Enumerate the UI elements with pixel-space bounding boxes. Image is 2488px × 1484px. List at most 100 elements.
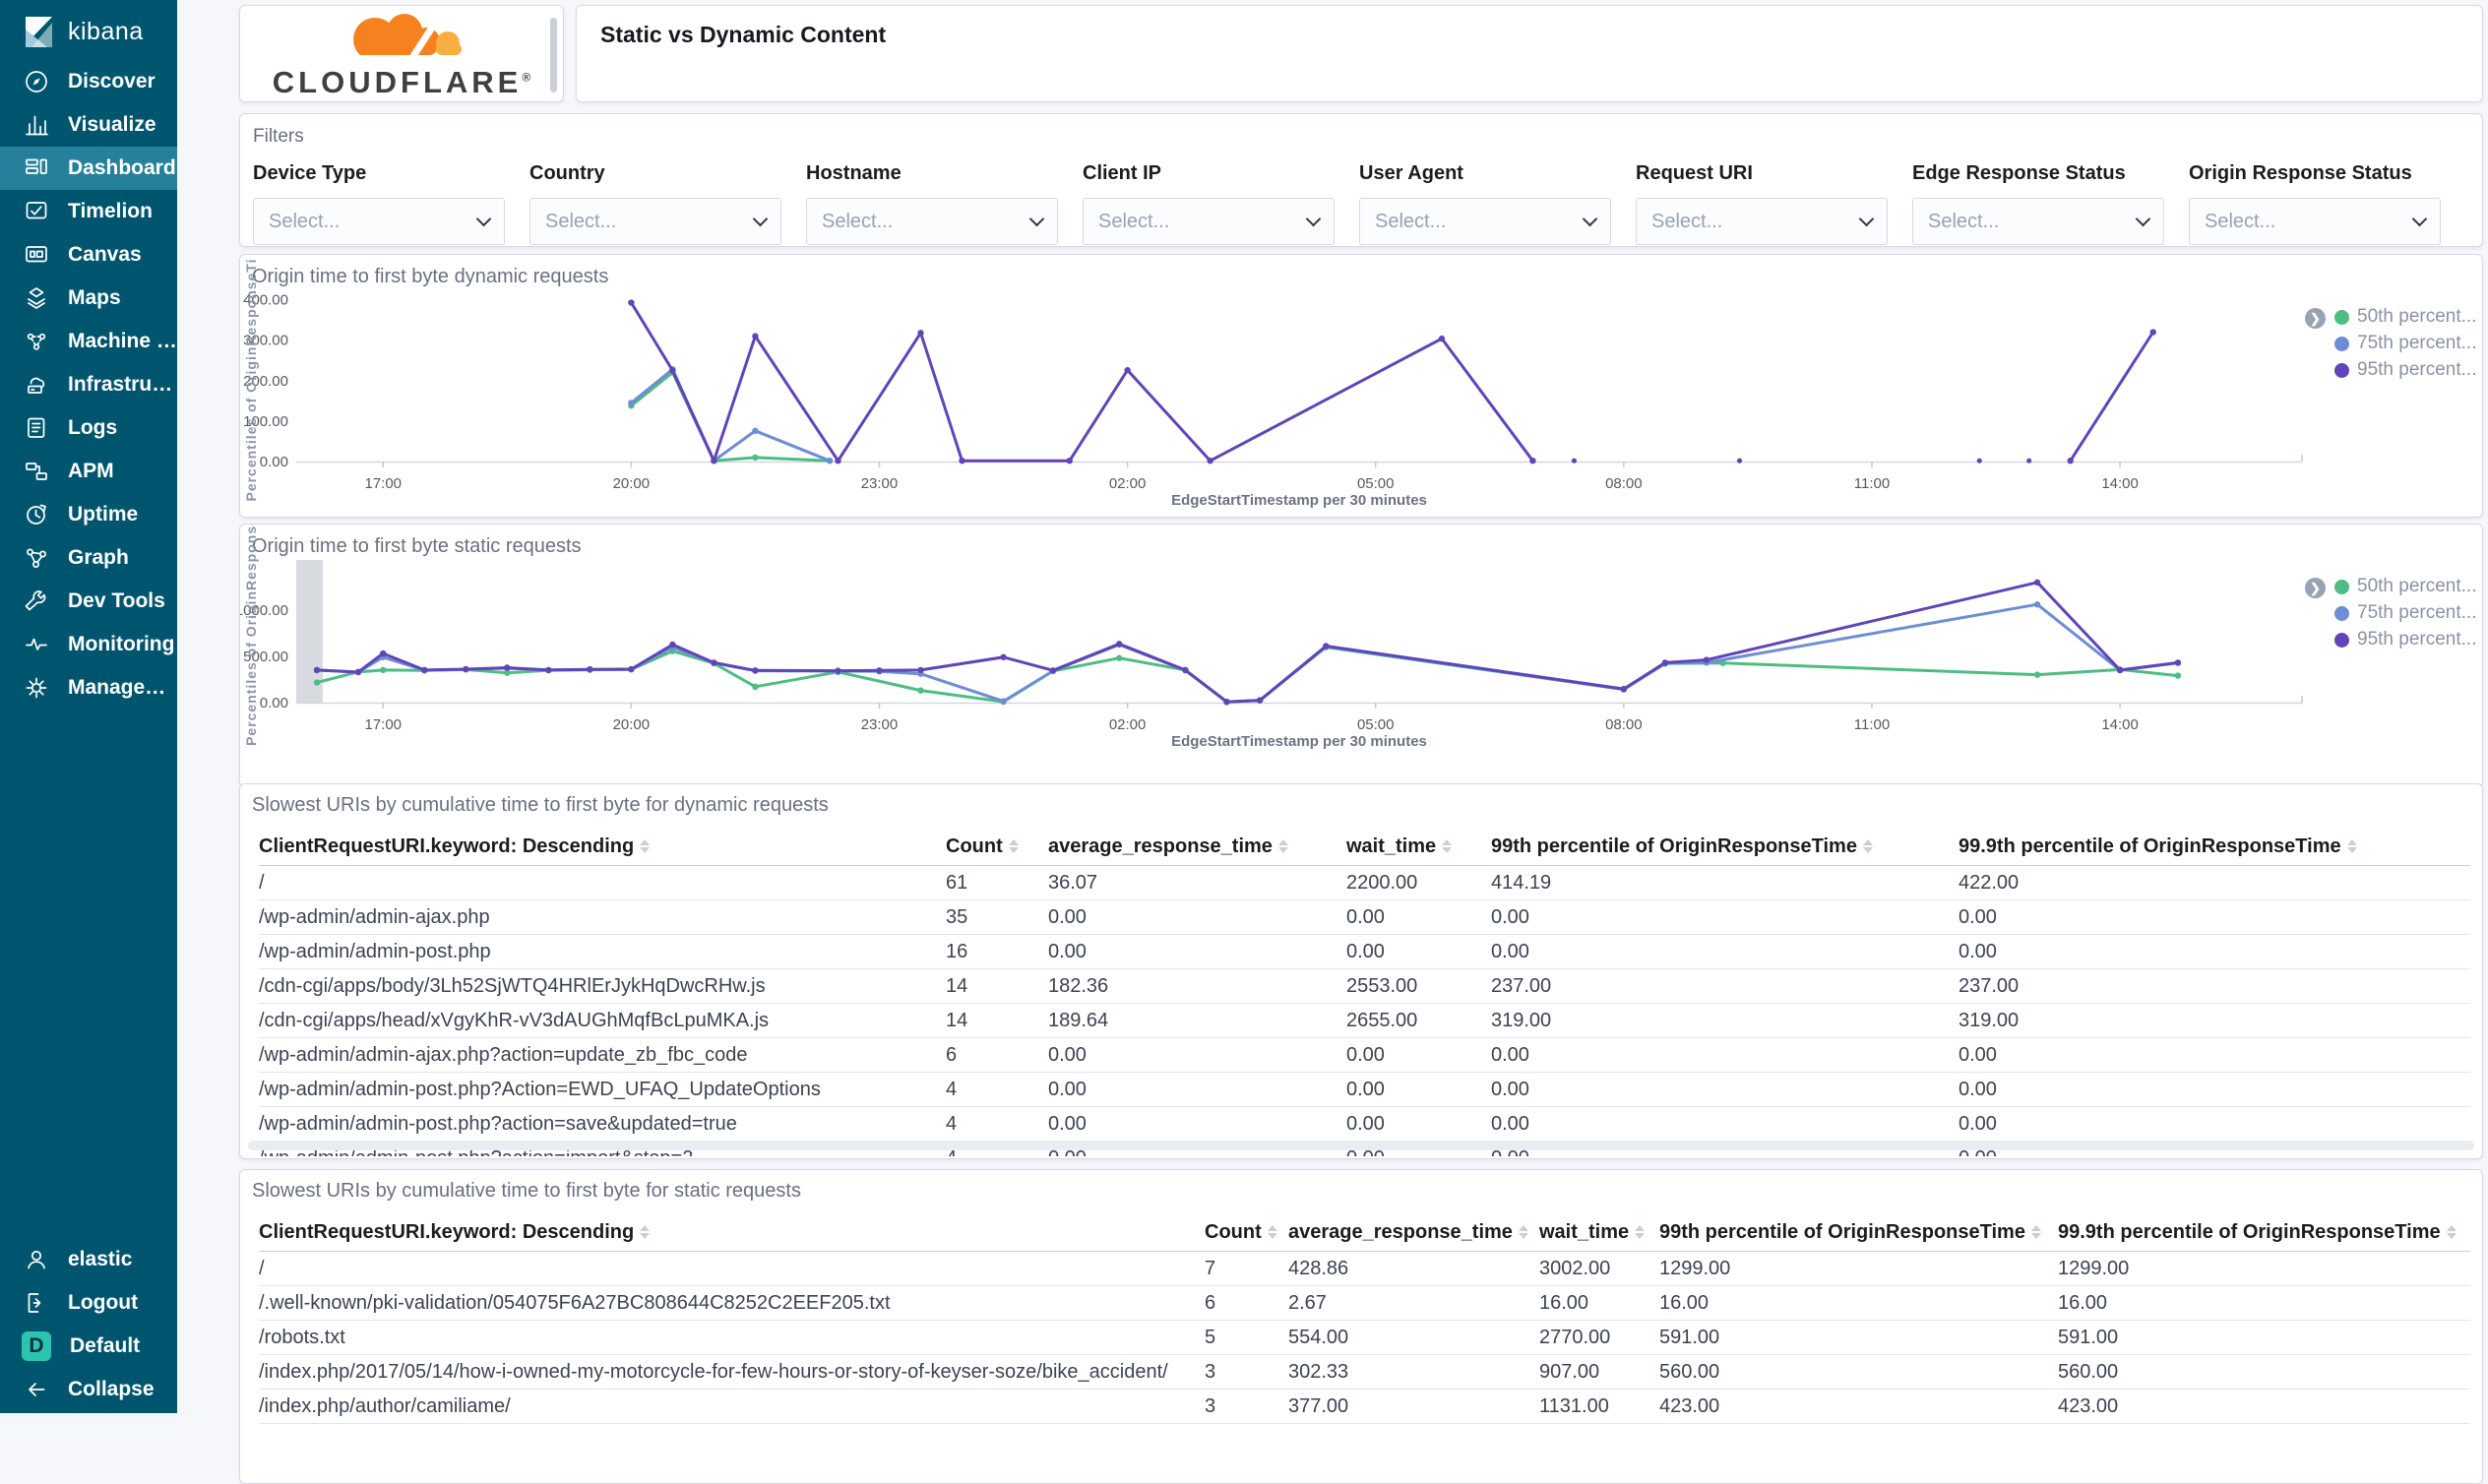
sidebar-item-timelion[interactable]: Timelion	[0, 190, 177, 233]
sidebar-item-label: Logout	[68, 1291, 139, 1314]
column-header[interactable]: ClientRequestURI.keyword: Descending	[259, 835, 946, 858]
column-header[interactable]: wait_time	[1539, 1221, 1659, 1244]
column-header[interactable]: 99.9th percentile of OriginResponseTime	[2058, 1221, 2470, 1244]
horizontal-scrollbar[interactable]	[248, 1141, 2474, 1150]
sidebar-item-maps[interactable]: Maps	[0, 277, 177, 320]
filter-select[interactable]: Select...	[253, 198, 505, 245]
filter-select[interactable]: Select...	[806, 198, 1058, 245]
legend-item[interactable]: 75th percent...	[2334, 602, 2476, 624]
column-header-label: wait_time	[1539, 1220, 1630, 1243]
column-header[interactable]: 99th percentile of OriginResponseTime	[1659, 1221, 2058, 1244]
svg-text:08:00: 08:00	[1605, 716, 1643, 733]
sidebar-item-uptime[interactable]: Uptime	[0, 493, 177, 536]
sidebar-footer-collapse[interactable]: Collapse	[0, 1368, 177, 1411]
sidebar-footer-logout[interactable]: Logout	[0, 1281, 177, 1325]
table-cell: 414.19	[1491, 871, 1552, 894]
exit-icon	[28, 1293, 41, 1313]
sidebar-footer-elastic[interactable]: elastic	[0, 1238, 177, 1281]
svg-text:14:00: 14:00	[2101, 475, 2139, 492]
table-cell: /	[259, 871, 265, 894]
legend-expand-icon[interactable]: ❯	[2305, 308, 2326, 329]
filter-select[interactable]: Select...	[1636, 198, 1888, 245]
table-cell: /index.php/author/camiliame/	[259, 1394, 511, 1417]
table-row: /cdn-cgi/apps/body/3Lh52SjWTQ4HRlErJykHq…	[259, 969, 2470, 1004]
chart-legend: ❯ 50th percent... 75th percent... 95th perc…	[2305, 306, 2476, 381]
chart-legend: ❯ 50th percent... 75th percent... 95th perc…	[2305, 576, 2476, 650]
column-header[interactable]: ClientRequestURI.keyword: Descending	[259, 1221, 1205, 1244]
table-cell: 0.00	[1346, 905, 1385, 928]
legend-item[interactable]: 75th percent...	[2334, 333, 2476, 354]
table-cell: 3	[1205, 1360, 1216, 1383]
sidebar-item-discover[interactable]: Discover	[0, 60, 177, 103]
sidebar-item-label: elastic	[68, 1248, 133, 1270]
chevron-down-icon	[2411, 211, 2428, 227]
line-chart-dynamic[interactable]: 17:00 20:00 23:00 02:00 05:00 08:00 11:00 14:00…	[240, 255, 2482, 517]
legend-color-dot	[2334, 362, 2349, 378]
table-cell: 1131.00	[1539, 1394, 1609, 1417]
legend-item[interactable]: 50th percent...	[2334, 306, 2476, 328]
table-cell: 907.00	[1539, 1360, 1600, 1383]
table-title: Slowest URIs by cumulative time to first…	[252, 794, 829, 816]
filter-select[interactable]: Select...	[2189, 198, 2441, 245]
table-cell: 2655.00	[1346, 1009, 1418, 1031]
kibana-logo[interactable]: kibana	[0, 0, 177, 60]
sidebar-item-monitoring[interactable]: Monitoring	[0, 623, 177, 666]
legend-label: 50th percent...	[2357, 306, 2477, 327]
column-header[interactable]: average_response_time	[1048, 835, 1346, 858]
page-title: Static vs Dynamic Content	[600, 22, 887, 47]
filter-origin-response-status: Origin Response Status Select...	[2189, 162, 2441, 245]
filter-select[interactable]: Select...	[1083, 198, 1335, 245]
line-chart-static[interactable]: 17:00 20:00 23:00 02:00 05:00 08:00 11:00 14:00…	[240, 525, 2482, 786]
canvas-icon	[26, 246, 47, 263]
table-row: /cdn-cgi/apps/head/xVgyKhR-vV3dAUGhMqfBc…	[259, 1004, 2470, 1038]
sidebar-item-dev-tools[interactable]: Dev Tools	[0, 580, 177, 623]
table-cell: 0.00	[1959, 940, 1997, 962]
sidebar-item-machine-le[interactable]: Machine Le...	[0, 320, 177, 363]
sidebar-item-canvas[interactable]: Canvas	[0, 233, 177, 277]
sidebar-item-management[interactable]: Management	[0, 666, 177, 710]
table-row: /wp-admin/admin-ajax.php?action=update_z…	[259, 1038, 2470, 1073]
dashboard-icon	[26, 158, 47, 174]
legend-item[interactable]: 95th percent...	[2334, 629, 2476, 650]
sidebar-item-label: Logs	[68, 416, 118, 439]
sort-icon	[1635, 1225, 1646, 1239]
table-cell: 35	[946, 905, 968, 928]
select-placeholder: Select...	[545, 210, 617, 232]
legend-item[interactable]: 95th percent...	[2334, 359, 2476, 381]
filter-select[interactable]: Select...	[1359, 198, 1611, 245]
legend-item[interactable]: 50th percent...	[2334, 576, 2476, 597]
column-header[interactable]: average_response_time	[1288, 1221, 1539, 1244]
chart-panel-static: Origin time to first byte static request…	[239, 524, 2483, 787]
column-header[interactable]: Count	[1205, 1221, 1288, 1244]
sidebar-item-graph[interactable]: Graph	[0, 536, 177, 580]
sidebar-footer-default[interactable]: D Default	[0, 1325, 177, 1368]
filter-label: Edge Response Status	[1912, 162, 2126, 184]
sort-icon	[1277, 839, 1288, 853]
table-cell: 302.33	[1288, 1360, 1349, 1383]
sidebar-item-infrastructure[interactable]: Infrastructure	[0, 363, 177, 406]
sidebar-item-logs[interactable]: Logs	[0, 406, 177, 450]
table-cell: 6	[1205, 1291, 1216, 1314]
sidebar-item-apm[interactable]: APM	[0, 450, 177, 493]
filter-select[interactable]: Select...	[529, 198, 781, 245]
filters-panel-label: Filters	[253, 126, 304, 147]
cloudflare-logo-panel: CLOUDFLARE®	[239, 5, 564, 102]
filter-select[interactable]: Select...	[1912, 198, 2164, 245]
svg-text:11:00: 11:00	[1854, 716, 1890, 733]
sidebar-item-label: Management	[68, 676, 177, 699]
column-header[interactable]: 99.9th percentile of OriginResponseTime	[1959, 835, 2470, 858]
panel-scrollbar[interactable]	[550, 18, 557, 93]
sidebar-item-dashboard[interactable]: Dashboard	[0, 147, 177, 190]
sidebar-item-label: Uptime	[68, 503, 139, 526]
column-header[interactable]: 99th percentile of OriginResponseTime	[1491, 835, 1959, 858]
filter-label: Client IP	[1083, 162, 1162, 184]
svg-text:17:00: 17:00	[364, 475, 402, 492]
table-row: /wp-admin/admin-post.php?Action=EWD_UFAQ…	[259, 1073, 2470, 1107]
column-header[interactable]: Count	[946, 835, 1048, 858]
arrow-left-icon	[29, 1383, 45, 1396]
legend-expand-icon[interactable]: ❯	[2305, 578, 2326, 598]
column-header[interactable]: wait_time	[1346, 835, 1491, 858]
sidebar-item-visualize[interactable]: Visualize	[0, 103, 177, 147]
dev-tools-icon	[25, 590, 46, 611]
sidebar-item-label: Maps	[68, 286, 121, 309]
